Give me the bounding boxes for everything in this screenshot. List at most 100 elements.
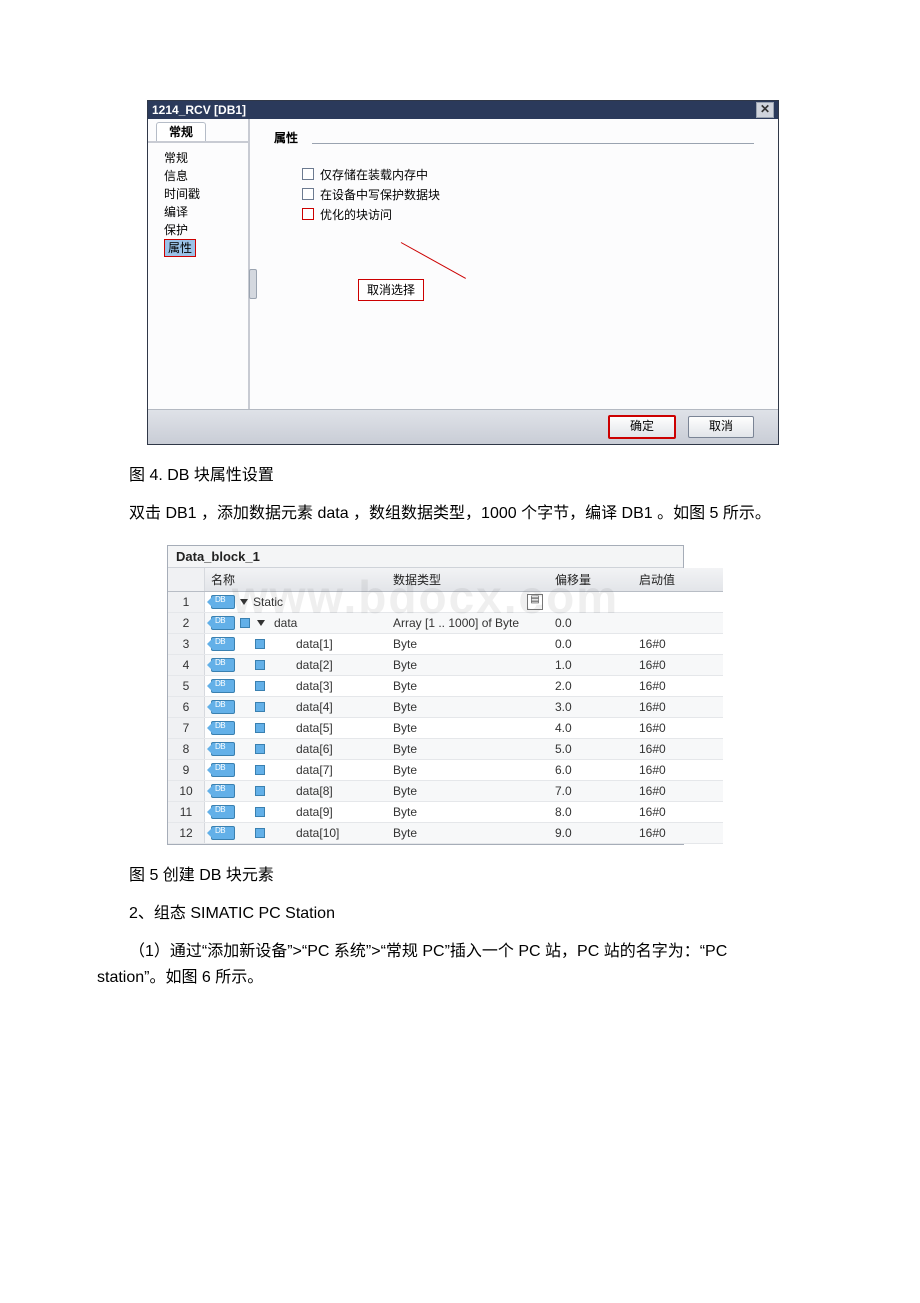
table-row[interactable]: 6data[4]Byte3.016#0 [168, 697, 723, 718]
row-start-value[interactable]: 16#0 [633, 634, 723, 655]
row-name-cell[interactable]: data[6] [205, 739, 388, 760]
sidebar-item-0[interactable]: 常规 [164, 149, 248, 167]
db-tag-icon [211, 826, 235, 840]
sidebar-item-3[interactable]: 编译 [164, 203, 248, 221]
row-type[interactable]: Byte [387, 781, 549, 802]
row-type[interactable]: Byte [387, 823, 549, 844]
row-type[interactable]: Byte [387, 634, 549, 655]
expand-icon[interactable] [240, 599, 248, 605]
row-offset: 0.0 [549, 634, 633, 655]
dialog-sidebar: 常规 常规信息时间戳编译保护属性 [148, 119, 250, 409]
table-row[interactable]: 3 data[1] Byte0.016#0 [168, 634, 723, 655]
db-tag-icon [211, 721, 235, 735]
splitter-handle[interactable] [249, 269, 257, 299]
sidebar-tab-general[interactable]: 常规 [156, 122, 206, 142]
row-name-cell[interactable]: data[5] [205, 718, 388, 739]
col-head-type: 数据类型 [387, 568, 549, 592]
row-offset: 4.0 [549, 718, 633, 739]
row-type[interactable]: Byte [387, 676, 549, 697]
row-name-cell[interactable]: data[7] [205, 760, 388, 781]
row-start-value[interactable] [633, 592, 723, 613]
row-start-value[interactable]: 16#0 [633, 718, 723, 739]
table-row[interactable]: 4data[2]Byte1.016#0 [168, 655, 723, 676]
element-icon [255, 681, 265, 691]
sidebar-item-5[interactable]: 属性 [164, 239, 196, 257]
checkbox-row-2: 优化的块访问 [302, 204, 754, 224]
db-tag-icon [211, 616, 235, 630]
element-icon [240, 618, 250, 628]
row-type[interactable]: Byte [387, 802, 549, 823]
row-type[interactable]: ▤ [387, 592, 549, 613]
element-icon [255, 723, 265, 733]
type-picker-icon[interactable]: ▤ [527, 594, 543, 610]
figure5-caption: 图 5 创建 DB 块元素 [97, 863, 787, 889]
row-name: data[9] [270, 805, 333, 819]
row-start-value[interactable]: 16#0 [633, 802, 723, 823]
row-number: 4 [168, 655, 205, 676]
row-start-value[interactable]: 16#0 [633, 760, 723, 781]
table-row[interactable]: 7data[5]Byte4.016#0 [168, 718, 723, 739]
row-name-cell[interactable]: data[2] [205, 655, 388, 676]
row-start-value[interactable]: 16#0 [633, 739, 723, 760]
table-row[interactable]: 10data[8]Byte7.016#0 [168, 781, 723, 802]
row-start-value[interactable]: 16#0 [633, 781, 723, 802]
row-name-cell[interactable]: data[1] [205, 634, 388, 655]
row-start-value[interactable]: 16#0 [633, 823, 723, 844]
cancel-button[interactable]: 取消 [688, 416, 754, 438]
dialog-titlebar[interactable]: 1214_RCV [DB1] ✕ [148, 101, 778, 119]
expand-icon[interactable] [257, 620, 265, 626]
ok-button[interactable]: 确定 [608, 415, 676, 439]
row-number: 1 [168, 592, 205, 613]
table-row[interactable]: 5data[3]Byte2.016#0 [168, 676, 723, 697]
row-type[interactable]: Byte [387, 718, 549, 739]
row-offset: 7.0 [549, 781, 633, 802]
checkbox-2[interactable] [302, 208, 314, 220]
element-icon [255, 702, 265, 712]
row-name-cell[interactable]: data[9] [205, 802, 388, 823]
row-start-value[interactable]: 16#0 [633, 697, 723, 718]
sidebar-item-4[interactable]: 保护 [164, 221, 248, 239]
callout-label: 取消选择 [358, 279, 424, 301]
row-number: 3 [168, 634, 205, 655]
row-offset: 1.0 [549, 655, 633, 676]
row-type[interactable]: Array [1 .. 1000] of Byte [387, 613, 549, 634]
checkbox-0[interactable] [302, 168, 314, 180]
element-icon [255, 807, 265, 817]
row-type[interactable]: Byte [387, 760, 549, 781]
row-name-cell[interactable]: data [205, 613, 388, 634]
row-name-cell[interactable]: data[4] [205, 697, 388, 718]
row-name: data[1] [270, 637, 333, 651]
row-start-value[interactable]: 16#0 [633, 655, 723, 676]
db-tag-icon [211, 742, 235, 756]
table-row[interactable]: 2dataArray [1 .. 1000] of Byte0.0 [168, 613, 723, 634]
dialog-main-panel: 属性 仅存储在装载内存中在设备中写保护数据块优化的块访问 取消选择 [250, 119, 778, 409]
table-row[interactable]: 12data[10]Byte9.016#0 [168, 823, 723, 844]
row-type[interactable]: Byte [387, 697, 549, 718]
row-name-cell[interactable]: data[3] [205, 676, 388, 697]
table-row[interactable]: 1Static ▤ [168, 592, 723, 613]
row-number: 12 [168, 823, 205, 844]
row-name-cell[interactable]: Static [205, 592, 388, 613]
row-name-cell[interactable]: data[10] [205, 823, 388, 844]
sidebar-item-1[interactable]: 信息 [164, 167, 248, 185]
col-head-num [168, 568, 205, 592]
sidebar-item-2[interactable]: 时间戳 [164, 185, 248, 203]
row-type[interactable]: Byte [387, 655, 549, 676]
table-row[interactable]: 11data[9]Byte8.016#0 [168, 802, 723, 823]
row-start-value[interactable] [633, 613, 723, 634]
col-head-offset: 偏移量 [549, 568, 633, 592]
col-head-start: 启动值 [633, 568, 723, 592]
datablock-title: Data_block_1 [168, 546, 683, 568]
paragraph-2: （1）通过“添加新设备”>“PC 系统”>“常规 PC”插入一个 PC 站，PC… [97, 939, 787, 991]
checkbox-1[interactable] [302, 188, 314, 200]
row-number: 10 [168, 781, 205, 802]
close-icon[interactable]: ✕ [756, 102, 774, 118]
row-type[interactable]: Byte [387, 739, 549, 760]
row-name-cell[interactable]: data[8] [205, 781, 388, 802]
row-name: data[6] [270, 742, 333, 756]
row-start-value[interactable]: 16#0 [633, 676, 723, 697]
table-row[interactable]: 8data[6]Byte5.016#0 [168, 739, 723, 760]
row-name: data[5] [270, 721, 333, 735]
table-row[interactable]: 9data[7]Byte6.016#0 [168, 760, 723, 781]
checkbox-label-0: 仅存储在装载内存中 [320, 166, 428, 183]
